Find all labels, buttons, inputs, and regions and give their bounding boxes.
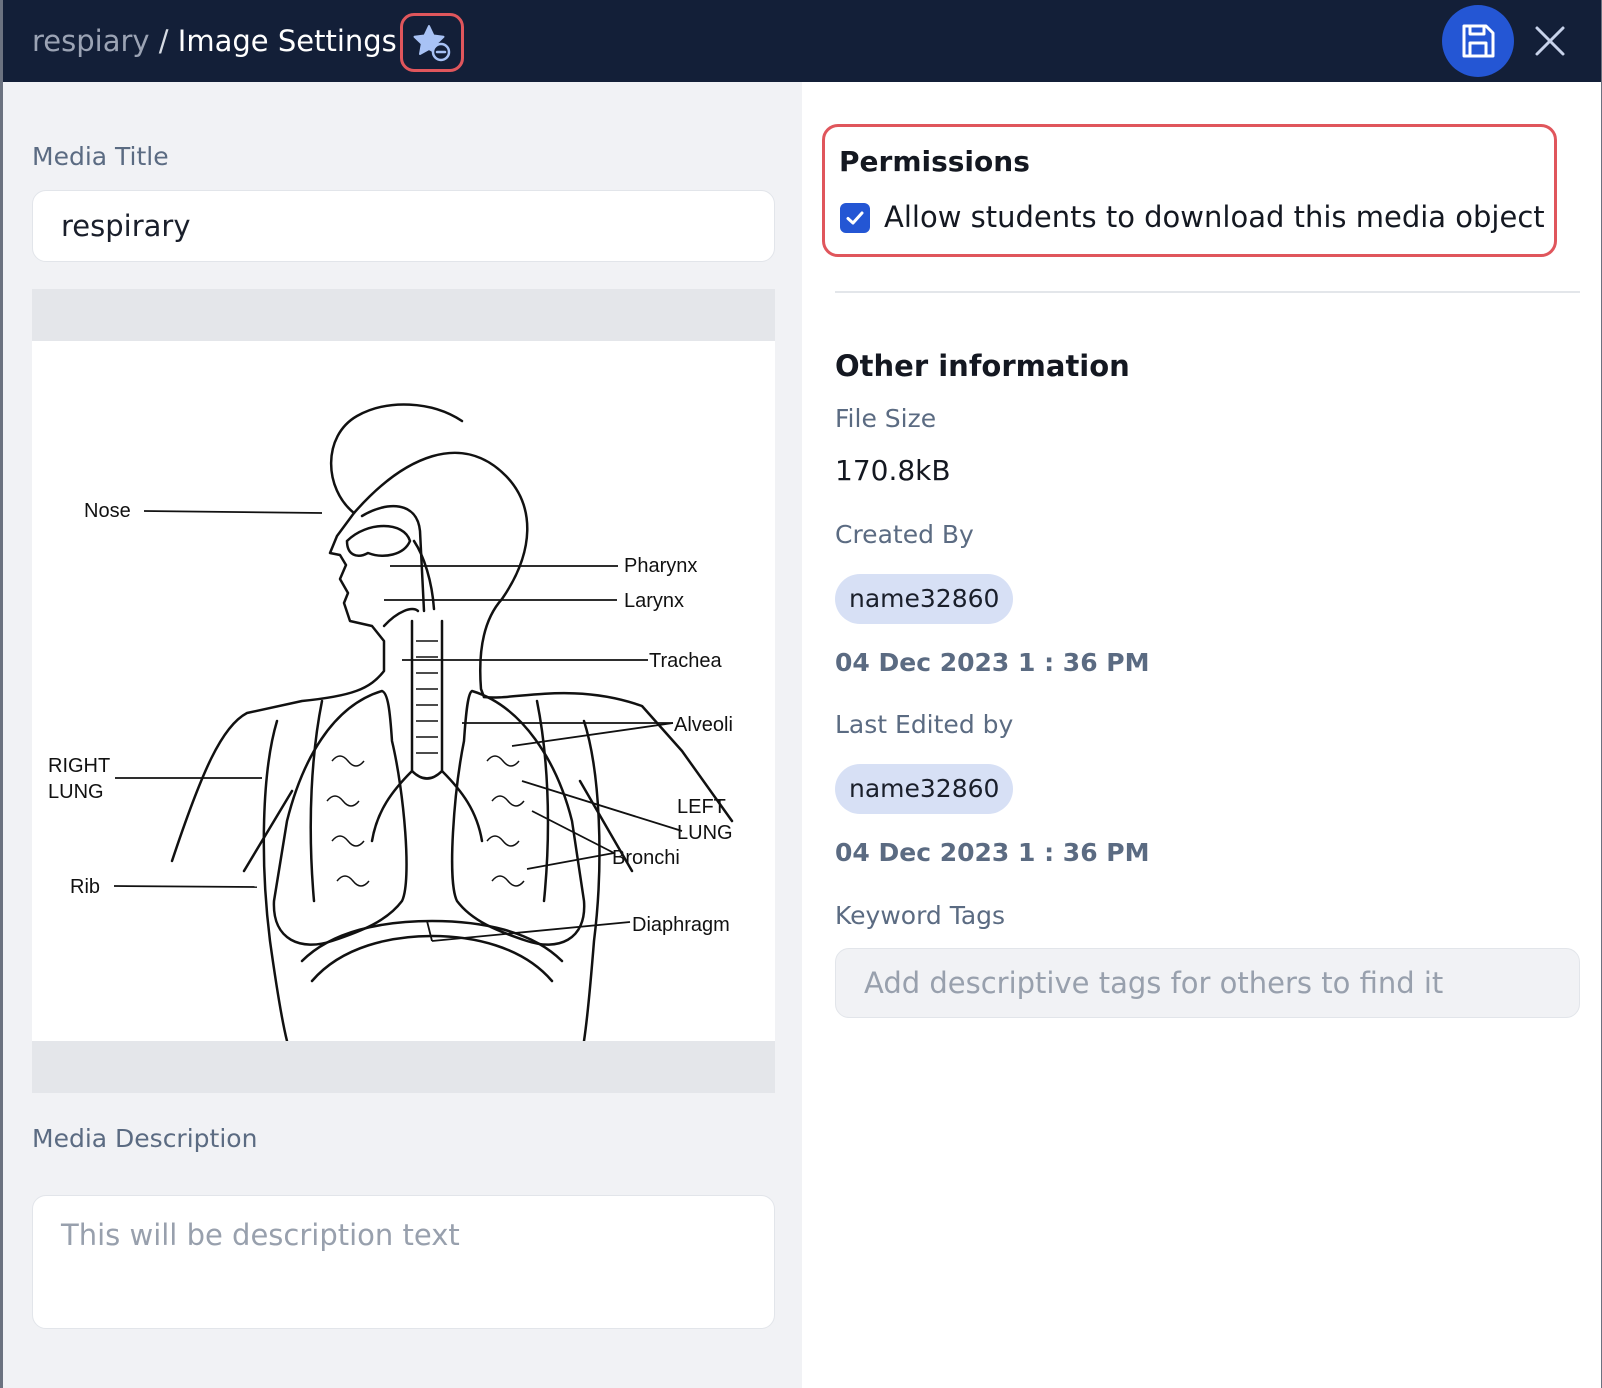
star-remove-icon [413, 24, 451, 61]
other-information-title: Other information [835, 349, 1130, 383]
label-larynx: Larynx [624, 590, 684, 612]
label-nose: Nose [84, 500, 131, 522]
floppy-disk-icon [1462, 24, 1495, 58]
checkmark-icon [846, 211, 864, 225]
last-edited-label: Last Edited by [835, 710, 1014, 739]
breadcrumb-parent[interactable]: respiary [32, 24, 150, 58]
section-divider [835, 291, 1580, 293]
created-by-user-chip[interactable]: name32860 [835, 574, 1014, 624]
image-preview: Nose Pharynx Larynx Trachea Alveoli RIGH… [32, 341, 775, 1053]
image-preview-bottom-bar [32, 1041, 775, 1093]
close-button[interactable] [1531, 22, 1569, 60]
allow-download-label[interactable]: Allow students to download this media ob… [884, 200, 1545, 234]
allow-download-checkbox[interactable] [840, 203, 870, 233]
breadcrumb-separator: / [149, 24, 178, 58]
label-trachea: Trachea [649, 650, 723, 672]
last-edited-user-chip[interactable]: name32860 [835, 764, 1014, 814]
label-right-lung-line1: RIGHT [48, 755, 110, 777]
label-left-lung-line1: LEFT [677, 796, 726, 818]
label-pharynx: Pharynx [624, 555, 697, 577]
info-panel: Permissions Allow students to download t… [802, 82, 1601, 1388]
image-settings-modal: respiary / Image Settings Media Title re… [3, 0, 1601, 1388]
label-right-lung-line2: LUNG [48, 781, 104, 803]
close-icon [1535, 26, 1565, 56]
breadcrumb-current: Image Settings [177, 24, 397, 58]
file-size-value: 170.8kB [835, 454, 951, 487]
breadcrumb: respiary / Image Settings [32, 22, 397, 60]
keyword-tags-input[interactable] [835, 948, 1580, 1018]
label-rib: Rib [70, 876, 100, 898]
label-alveoli: Alveoli [674, 714, 733, 736]
media-title-input[interactable] [32, 190, 775, 262]
remove-favorite-button[interactable] [400, 13, 464, 72]
media-description-label: Media Description [32, 1124, 258, 1153]
label-bronchi: Bronchi [612, 847, 680, 869]
label-diaphragm: Diaphragm [632, 914, 730, 936]
media-panel: Media Title respirary Nose Pharynx Laryn… [3, 82, 802, 1388]
permissions-title: Permissions [839, 145, 1030, 178]
modal-header: respiary / Image Settings [3, 0, 1601, 82]
image-preview-top-bar [32, 289, 775, 341]
respiratory-diagram: Nose Pharynx Larynx Trachea Alveoli RIGH… [48, 403, 734, 1043]
created-by-label: Created By [835, 520, 974, 549]
keyword-tags-label: Keyword Tags [835, 901, 1006, 930]
file-size-label: File Size [835, 404, 937, 433]
last-edited-date: 04 Dec 2023 1 : 36 PM [835, 838, 1150, 867]
media-description-input[interactable] [32, 1195, 775, 1329]
created-date: 04 Dec 2023 1 : 36 PM [835, 648, 1150, 677]
media-title-label: Media Title [32, 142, 169, 171]
permissions-section: Permissions Allow students to download t… [822, 124, 1557, 257]
save-button[interactable] [1442, 5, 1514, 77]
label-left-lung-line2: LUNG [677, 822, 733, 844]
